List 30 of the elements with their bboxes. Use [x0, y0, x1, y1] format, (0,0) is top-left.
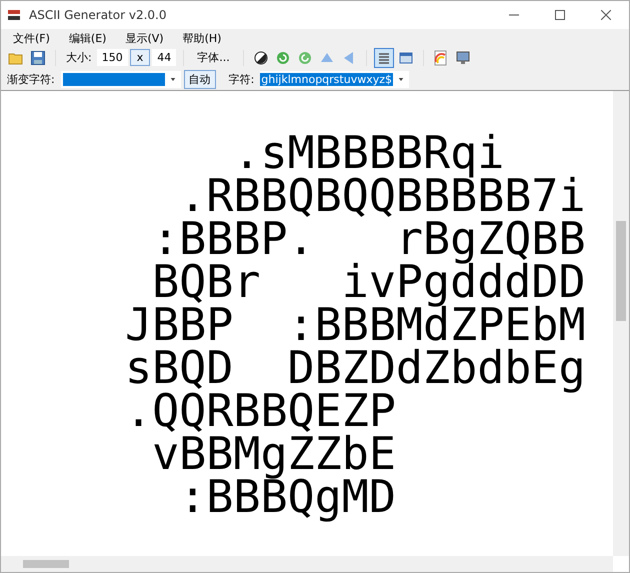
auto-button[interactable]: 自动	[184, 70, 216, 88]
palette-icon[interactable]	[432, 50, 449, 66]
window-icon	[398, 50, 414, 66]
width-field[interactable]: 150	[96, 49, 128, 66]
ramp-label: 渐变字符:	[6, 72, 56, 86]
maximize-icon[interactable]	[555, 10, 565, 20]
height-field[interactable]: 44	[152, 49, 176, 66]
lock-ratio-button[interactable]: x	[130, 49, 150, 66]
contrast-icon[interactable]	[252, 50, 269, 66]
menu-item[interactable]: 编辑(E)	[60, 30, 118, 46]
font-button[interactable]: 字体...	[191, 49, 236, 66]
dropdown-caret-icon[interactable]	[170, 78, 176, 80]
monitor-icon[interactable]	[454, 50, 471, 66]
dropdown-caret-icon[interactable]	[398, 78, 404, 80]
app-logo-icon	[7, 8, 21, 22]
ramp-dropdown[interactable]	[60, 70, 181, 88]
horizontal-scrollbar[interactable]	[1, 556, 613, 572]
save-icon[interactable]	[30, 50, 46, 66]
ascii-art-line: .QQRBBQEZP	[125, 389, 396, 432]
close-icon[interactable]	[601, 10, 611, 20]
text-view-button[interactable]	[374, 48, 394, 68]
rotate-left-icon[interactable]	[274, 50, 291, 66]
menu-item[interactable]: 帮助(H)	[174, 30, 232, 46]
menu-item[interactable]: 文件(F)	[5, 30, 61, 46]
chars-dropdown[interactable]: ghijklmnopqrstuvwxyz$	[260, 70, 409, 88]
size-label: 大小:	[65, 50, 93, 65]
vertical-scrollbar[interactable]	[613, 91, 629, 556]
window-title: ASCII Generator v2.0.0	[29, 8, 166, 22]
menu-item[interactable]: 显示(V)	[117, 30, 175, 46]
chars-label: 字符:	[228, 72, 256, 86]
